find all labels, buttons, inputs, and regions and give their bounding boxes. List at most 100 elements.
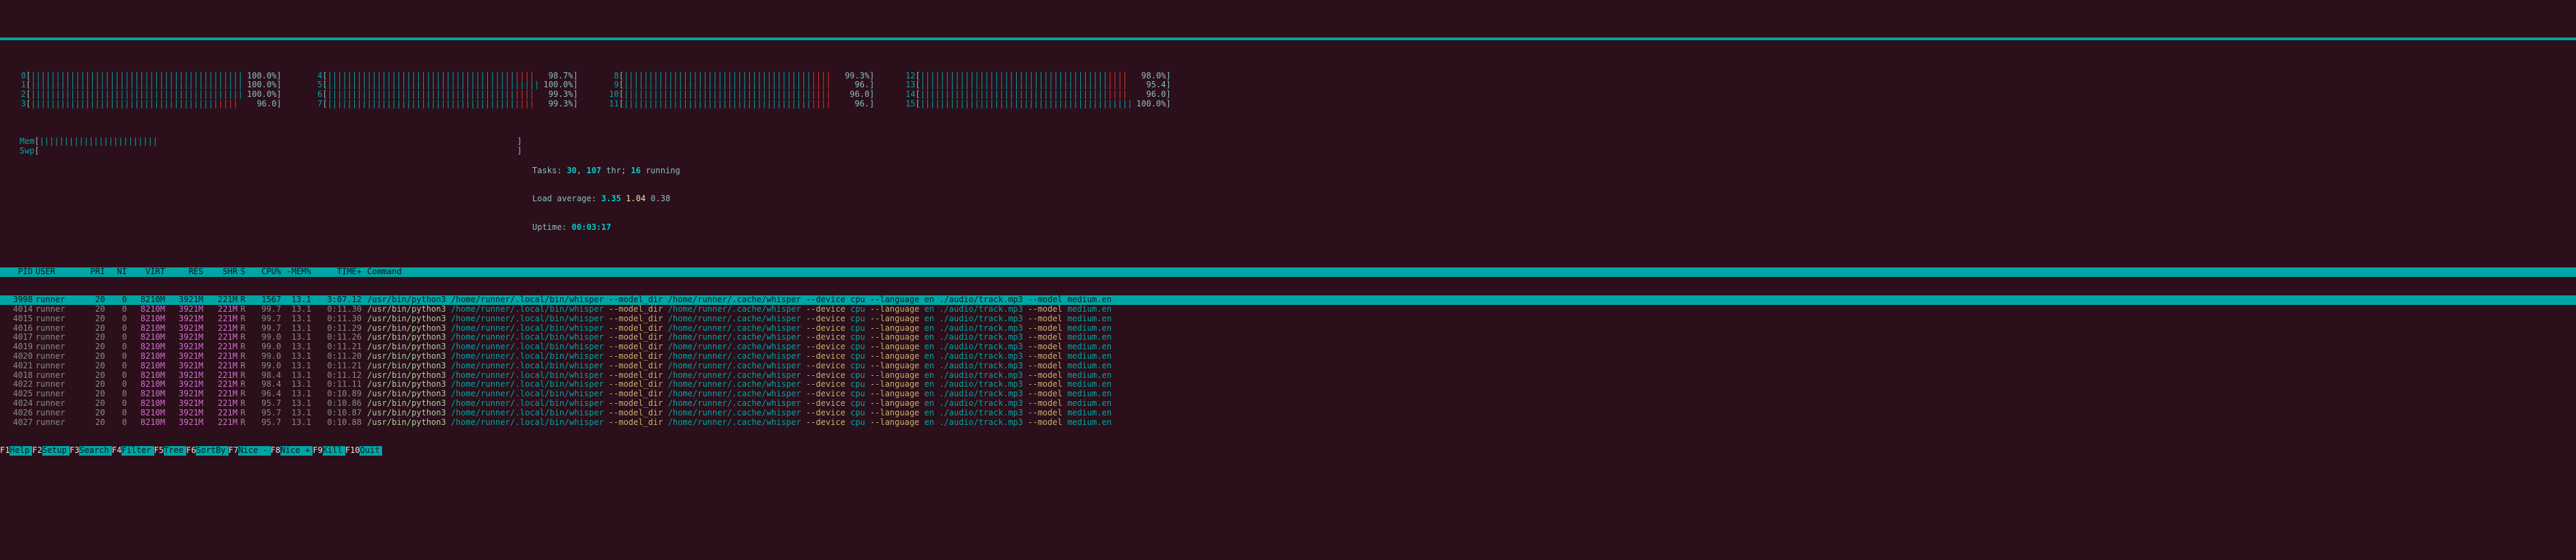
col-res[interactable]: RES <box>165 267 203 277</box>
command: /usr/bin/python3 /home/runner/.local/bin… <box>362 324 2576 334</box>
fkey-f9[interactable]: F9 <box>313 446 322 456</box>
table-row[interactable]: 4024runner2008210M3921M221MR95.713.10:10… <box>0 399 2576 409</box>
command: /usr/bin/python3 /home/runner/.local/bin… <box>362 362 2576 371</box>
cpu-meter-11: 11[|||||||||||||||||||||||||||||||||||||… <box>600 100 874 109</box>
cpu-meter-1: 1[||||||||||||||||||||||||||||||||||||||… <box>7 80 281 90</box>
fkey-f10[interactable]: F10 <box>345 446 360 456</box>
col-cpu[interactable]: CPU% <box>248 267 281 277</box>
table-row[interactable]: 4018runner2008210M3921M221MR98.413.10:11… <box>0 371 2576 381</box>
command: /usr/bin/python3 /home/runner/.local/bin… <box>362 418 2576 428</box>
user: runner <box>35 389 83 399</box>
cpu-meter-9: 9[||||||||||||||||||||||||||||||||||||||… <box>600 80 874 90</box>
pid: 4026 <box>0 409 35 418</box>
window-top-border <box>0 38 2576 40</box>
table-row[interactable]: 4017runner2008210M3921M221MR99.013.10:11… <box>0 333 2576 342</box>
fkey-label[interactable]: Nice - <box>238 446 270 456</box>
col-s[interactable]: S <box>237 267 248 277</box>
command: /usr/bin/python3 /home/runner/.local/bin… <box>362 352 2576 362</box>
fkey-label[interactable]: SortBy <box>196 446 228 456</box>
col-ni[interactable]: NI <box>105 267 127 277</box>
pid: 4020 <box>0 352 35 362</box>
fkey-label[interactable]: Filter <box>121 446 154 456</box>
table-row[interactable]: 4014runner2008210M3921M221MR99.713.10:11… <box>0 305 2576 314</box>
fkey-label[interactable]: Kill <box>323 446 345 456</box>
col-time[interactable]: TIME+ <box>311 267 362 277</box>
cpu-meter-14: 14[|||||||||||||||||||||||||||||||||||||… <box>896 90 1170 100</box>
command: /usr/bin/python3 /home/runner/.local/bin… <box>362 314 2576 324</box>
table-row[interactable]: 4027runner2008210M3921M221MR95.713.10:10… <box>0 418 2576 428</box>
col-virt[interactable]: VIRT <box>127 267 165 277</box>
cpu-meter-15: 15[|||||||||||||||||||||||||||||||||||||… <box>896 100 1170 109</box>
pid: 4017 <box>0 333 35 342</box>
process-table-header[interactable]: PID USER PRI NI VIRT RES SHR S CPU% -MEM… <box>0 267 2576 277</box>
cpu-meter-2: 2[||||||||||||||||||||||||||||||||||||||… <box>7 90 281 100</box>
pid: 4022 <box>0 380 35 389</box>
cpu-meter-0: 0[||||||||||||||||||||||||||||||||||||||… <box>7 72 281 81</box>
uptime-line: Uptime: 00:03:17 <box>532 223 2576 233</box>
mem-meter: Mem[||||||||||||||||||||||||] <box>14 137 521 147</box>
command: /usr/bin/python3 /home/runner/.local/bin… <box>362 371 2576 381</box>
user: runner <box>35 342 83 352</box>
swap-meter: Swp[] <box>14 147 521 156</box>
cpu-meter-5: 5[||||||||||||||||||||||||||||||||||||||… <box>303 80 577 90</box>
fkey-f5[interactable]: F5 <box>154 446 164 456</box>
table-row[interactable]: 4020runner2008210M3921M221MR99.013.10:11… <box>0 352 2576 362</box>
fkey-label[interactable]: Setup <box>42 446 70 456</box>
process-table[interactable]: 3998runner2008210M3921M221MR156713.13:07… <box>0 295 2576 427</box>
table-row[interactable]: 4022runner2008210M3921M221MR98.413.10:11… <box>0 380 2576 389</box>
fkey-label[interactable]: Quit <box>360 446 382 456</box>
fkey-f8[interactable]: F8 <box>271 446 280 456</box>
col-cmd[interactable]: Command <box>362 267 2576 277</box>
pid: 4016 <box>0 324 35 334</box>
user: runner <box>35 362 83 371</box>
table-row[interactable]: 4019runner2008210M3921M221MR99.013.10:11… <box>0 342 2576 352</box>
fkey-f4[interactable]: F4 <box>112 446 121 456</box>
pid: 4027 <box>0 418 35 428</box>
user: runner <box>35 371 83 381</box>
command: /usr/bin/python3 /home/runner/.local/bin… <box>362 399 2576 409</box>
user: runner <box>35 333 83 342</box>
cpu-meter-8: 8[||||||||||||||||||||||||||||||||||||||… <box>600 72 874 81</box>
table-row[interactable]: 3998runner2008210M3921M221MR156713.13:07… <box>0 295 2576 305</box>
fkey-f2[interactable]: F2 <box>32 446 42 456</box>
function-key-bar[interactable]: F1HelpF2SetupF3SearchF4FilterF5TreeF6Sor… <box>0 446 2576 456</box>
tasks-line: Tasks: 30, 107 thr; 16 running <box>532 166 2576 176</box>
fkey-f1[interactable]: F1 <box>0 446 10 456</box>
col-mem[interactable]: -MEM% <box>281 267 311 277</box>
user: runner <box>35 295 83 305</box>
pid: 4024 <box>0 399 35 409</box>
pid: 4014 <box>0 305 35 314</box>
command: /usr/bin/python3 /home/runner/.local/bin… <box>362 389 2576 399</box>
table-row[interactable]: 4025runner2008210M3921M221MR96.413.10:10… <box>0 389 2576 399</box>
col-shr[interactable]: SHR <box>203 267 237 277</box>
cpu-meter-7: 7[||||||||||||||||||||||||||||||||||||||… <box>303 100 577 109</box>
table-row[interactable]: 4015runner2008210M3921M221MR99.713.10:11… <box>0 314 2576 324</box>
user: runner <box>35 409 83 418</box>
fkey-label[interactable]: Help <box>10 446 32 456</box>
command: /usr/bin/python3 /home/runner/.local/bin… <box>362 305 2576 314</box>
pid: 4019 <box>0 342 35 352</box>
fkey-label[interactable]: Nice + <box>280 446 313 456</box>
user: runner <box>35 399 83 409</box>
col-pid[interactable]: PID <box>0 267 35 277</box>
table-row[interactable]: 4016runner2008210M3921M221MR99.713.10:11… <box>0 324 2576 334</box>
user: runner <box>35 305 83 314</box>
fkey-label[interactable]: Tree <box>164 446 186 456</box>
user: runner <box>35 418 83 428</box>
pid: 4015 <box>0 314 35 324</box>
fkey-f3[interactable]: F3 <box>70 446 79 456</box>
command: /usr/bin/python3 /home/runner/.local/bin… <box>362 295 2576 305</box>
col-pri[interactable]: PRI <box>83 267 105 277</box>
table-row[interactable]: 4026runner2008210M3921M221MR95.713.10:10… <box>0 409 2576 418</box>
fkey-f6[interactable]: F6 <box>186 446 196 456</box>
mem-label: Mem <box>14 137 34 147</box>
load-average-line: Load average: 3.35 1.04 0.38 <box>532 194 2576 204</box>
fkey-label[interactable]: Search <box>79 446 111 456</box>
cpu-meter-6: 6[||||||||||||||||||||||||||||||||||||||… <box>303 90 577 100</box>
cpu-meters: 0[||||||||||||||||||||||||||||||||||||||… <box>0 72 2576 109</box>
user: runner <box>35 314 83 324</box>
table-row[interactable]: 4021runner2008210M3921M221MR99.013.10:11… <box>0 362 2576 371</box>
col-user[interactable]: USER <box>35 267 83 277</box>
fkey-f7[interactable]: F7 <box>229 446 238 456</box>
user: runner <box>35 352 83 362</box>
